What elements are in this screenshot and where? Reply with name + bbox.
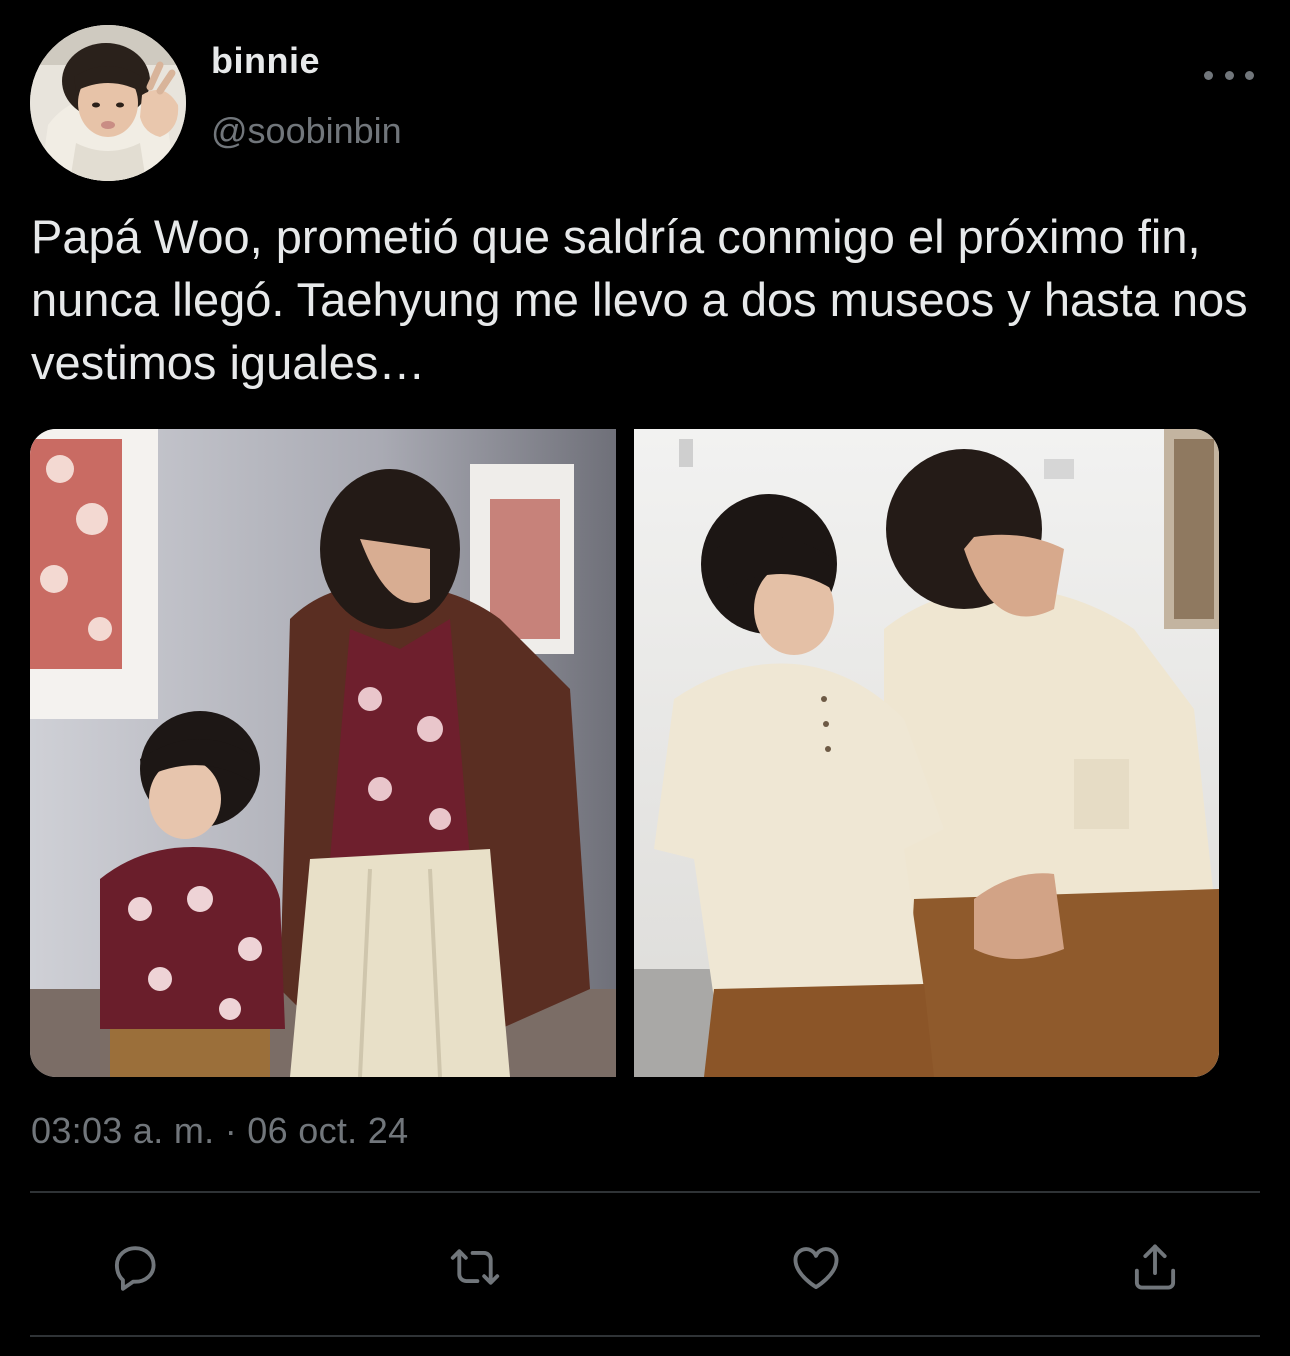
retweet-icon: [450, 1249, 500, 1285]
more-horizontal-icon[interactable]: [1204, 60, 1254, 90]
tweet-text: Papá Woo, prometió que saldría conmigo e…: [31, 210, 1248, 389]
photo-1[interactable]: [30, 429, 616, 1077]
share-icon: [1134, 1244, 1176, 1290]
like-button[interactable]: [781, 1232, 851, 1302]
retweet-button[interactable]: [440, 1232, 510, 1302]
share-button[interactable]: [1120, 1232, 1190, 1302]
tweet-timestamp[interactable]: 03:03 a. m. · 06 oct. 24: [31, 1110, 408, 1152]
avatar[interactable]: [30, 25, 186, 181]
reply-button[interactable]: [100, 1232, 170, 1302]
display-name[interactable]: binnie: [211, 40, 320, 82]
divider: [30, 1335, 1260, 1337]
user-handle[interactable]: @soobinbin: [211, 110, 402, 152]
photo-2[interactable]: [634, 429, 1219, 1077]
action-bar: [30, 1232, 1260, 1302]
reply-icon: [114, 1246, 156, 1291]
media-grid: [30, 429, 1219, 1077]
heart-icon: [793, 1247, 839, 1289]
tweet: binnie @soobinbin Papá Woo, prometió que…: [0, 0, 1290, 1356]
divider: [30, 1191, 1260, 1193]
